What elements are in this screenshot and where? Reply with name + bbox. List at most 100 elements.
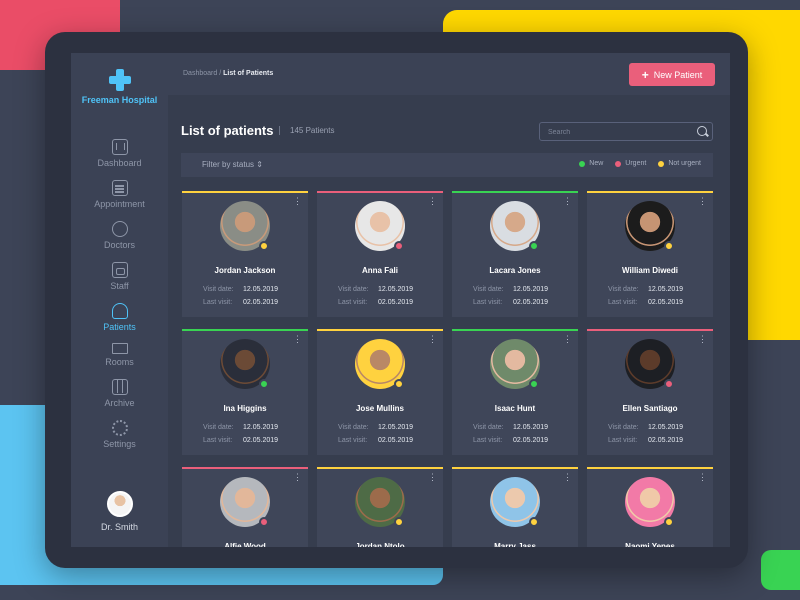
visit-date-label: Visit date: [338,424,369,431]
last-visit-label: Last visit: [203,437,233,444]
patient-card[interactable]: ⋮Alfie WoodVisit date:12.05.2019Last vis… [182,467,308,547]
page-title: List of patients [181,123,274,138]
more-options-icon[interactable]: ⋮ [698,473,707,482]
last-visit-value: 02.05.2019 [648,437,684,444]
breadcrumb: Dashboard / List of Patients [183,70,273,77]
legend-label: Urgent [625,160,647,167]
last-visit-value: 02.05.2019 [648,299,684,306]
decor-green-block [761,550,800,590]
visit-date-value: 12.05.2019 [513,286,549,293]
last-visit-value: 02.05.2019 [243,437,279,444]
patient-card[interactable]: ⋮ Anna Fali Visit date: 12.05.2019 Last visi… [317,191,443,317]
last-visit-value: 02.05.2019 [513,299,549,306]
brand-logo[interactable]: Freeman Hospital [71,69,168,105]
patient-count: 145 Patients [279,126,334,135]
status-dot-icon [664,241,674,251]
last-visit-row: Last visit: 02.05.2019 [608,437,683,444]
filter-status-dropdown[interactable]: Filter by status ⇕ [202,160,263,169]
visit-date-label: Visit date: [608,424,639,431]
current-user[interactable]: Dr. Smith [71,491,168,532]
filter-label: Filter by status [202,160,255,169]
visit-date-label: Visit date: [338,286,369,293]
sidebar-item-label: Doctors [103,240,135,250]
status-dot-icon [615,160,622,167]
visit-date-label: Visit date: [473,424,504,431]
sidebar-item-appointment[interactable]: Appointment [71,180,168,209]
patient-card[interactable]: ⋮ Lacara Jones Visit date: 12.05.2019 Last v… [452,191,578,317]
patient-card[interactable]: ⋮ Ina Higgins Visit date: 12.05.2019 Last vi… [182,329,308,455]
sidebar-item-label: Settings [103,439,136,449]
status-dot-icon [529,241,539,251]
sidebar-item-dashboard[interactable]: Dashboard [71,139,168,168]
more-options-icon[interactable]: ⋮ [698,335,707,344]
sort-arrows-icon: ⇕ [256,160,263,169]
status-dot-icon [259,517,269,527]
patient-card[interactable]: ⋮ Jose Mullins Visit date: 12.05.2019 Last v… [317,329,443,455]
visit-date-value: 12.05.2019 [513,424,549,431]
more-options-icon[interactable]: ⋮ [563,335,572,344]
last-visit-row: Last visit: 02.05.2019 [203,437,278,444]
status-dot-icon [664,517,674,527]
sidebar-item-label: Appointment [94,199,145,209]
more-options-icon[interactable]: ⋮ [428,197,437,206]
search-box[interactable] [539,122,713,141]
visit-date-label: Visit date: [203,286,234,293]
patient-card[interactable]: ⋮Marry JassVisit date:12.05.2019Last vis… [452,467,578,547]
sidebar-item-archive[interactable]: Archive [71,379,168,408]
new-patient-button[interactable]: + New Patient [629,63,715,86]
sidebar-item-settings[interactable]: Settings [71,420,168,449]
search-icon[interactable] [697,126,707,136]
search-input[interactable] [548,126,688,138]
sidebar-item-patients[interactable]: Patients [71,303,168,332]
status-dot-icon [579,160,586,167]
status-dot-icon [259,379,269,389]
avatar [106,491,133,517]
topbar: Dashboard / List of Patients + New Patie… [168,53,730,95]
medical-cross-icon [108,69,131,91]
sidebar-item-staff[interactable]: Staff [71,262,168,291]
breadcrumb-parent[interactable]: Dashboard / [183,70,221,77]
patient-name: William Diwedi [622,266,678,275]
sidebar: Freeman Hospital Dashboard Appointment D… [71,53,168,547]
last-visit-value: 02.05.2019 [378,437,414,444]
staff-icon [111,262,128,278]
new-patient-label: New Patient [653,69,703,80]
patient-name: Ina Higgins [223,404,267,413]
dashboard-icon [111,139,128,155]
sidebar-item-rooms[interactable]: Rooms [71,340,168,367]
more-options-icon[interactable]: ⋮ [698,197,707,206]
more-options-icon[interactable]: ⋮ [428,473,437,482]
last-visit-label: Last visit: [608,437,638,444]
last-visit-row: Last visit: 02.05.2019 [473,299,548,306]
more-options-icon[interactable]: ⋮ [293,473,302,482]
last-visit-label: Last visit: [203,299,233,306]
patient-card[interactable]: ⋮Naomi YepesVisit date:12.05.2019Last vi… [587,467,713,547]
tablet-frame: Freeman Hospital Dashboard Appointment D… [45,32,748,568]
archive-icon [111,379,128,395]
more-options-icon[interactable]: ⋮ [563,197,572,206]
legend-item-urgent: Urgent [615,160,646,167]
legend-item-new: New [579,160,603,167]
more-options-icon[interactable]: ⋮ [563,473,572,482]
sidebar-item-doctors[interactable]: Doctors [71,221,168,250]
patient-card[interactable]: ⋮ Ellen Santiago Visit date: 12.05.2019 Last… [587,329,713,455]
last-visit-value: 02.05.2019 [378,299,414,306]
visit-date-row: Visit date: 12.05.2019 [608,286,683,293]
visit-date-value: 12.05.2019 [648,424,684,431]
visit-date-row: Visit date: 12.05.2019 [338,424,413,431]
more-options-icon[interactable]: ⋮ [428,335,437,344]
more-options-icon[interactable]: ⋮ [293,197,302,206]
last-visit-label: Last visit: [608,299,638,306]
clipboard-icon [111,180,128,196]
patient-card[interactable]: ⋮ Jordan Jackson Visit date: 12.05.2019 Last… [182,191,308,317]
status-dot-icon [529,517,539,527]
visit-date-label: Visit date: [203,424,234,431]
patient-card[interactable]: ⋮ Isaac Hunt Visit date: 12.05.2019 Last vis… [452,329,578,455]
more-options-icon[interactable]: ⋮ [293,335,302,344]
patient-card[interactable]: ⋮ William Diwedi Visit date: 12.05.2019 Last… [587,191,713,317]
patient-card[interactable]: ⋮Jordan NtoloVisit date:12.05.2019Last v… [317,467,443,547]
gear-icon [111,420,128,436]
sidebar-item-label: Dashboard [97,158,142,168]
sidebar-item-label: Staff [110,281,129,291]
last-visit-label: Last visit: [338,437,368,444]
